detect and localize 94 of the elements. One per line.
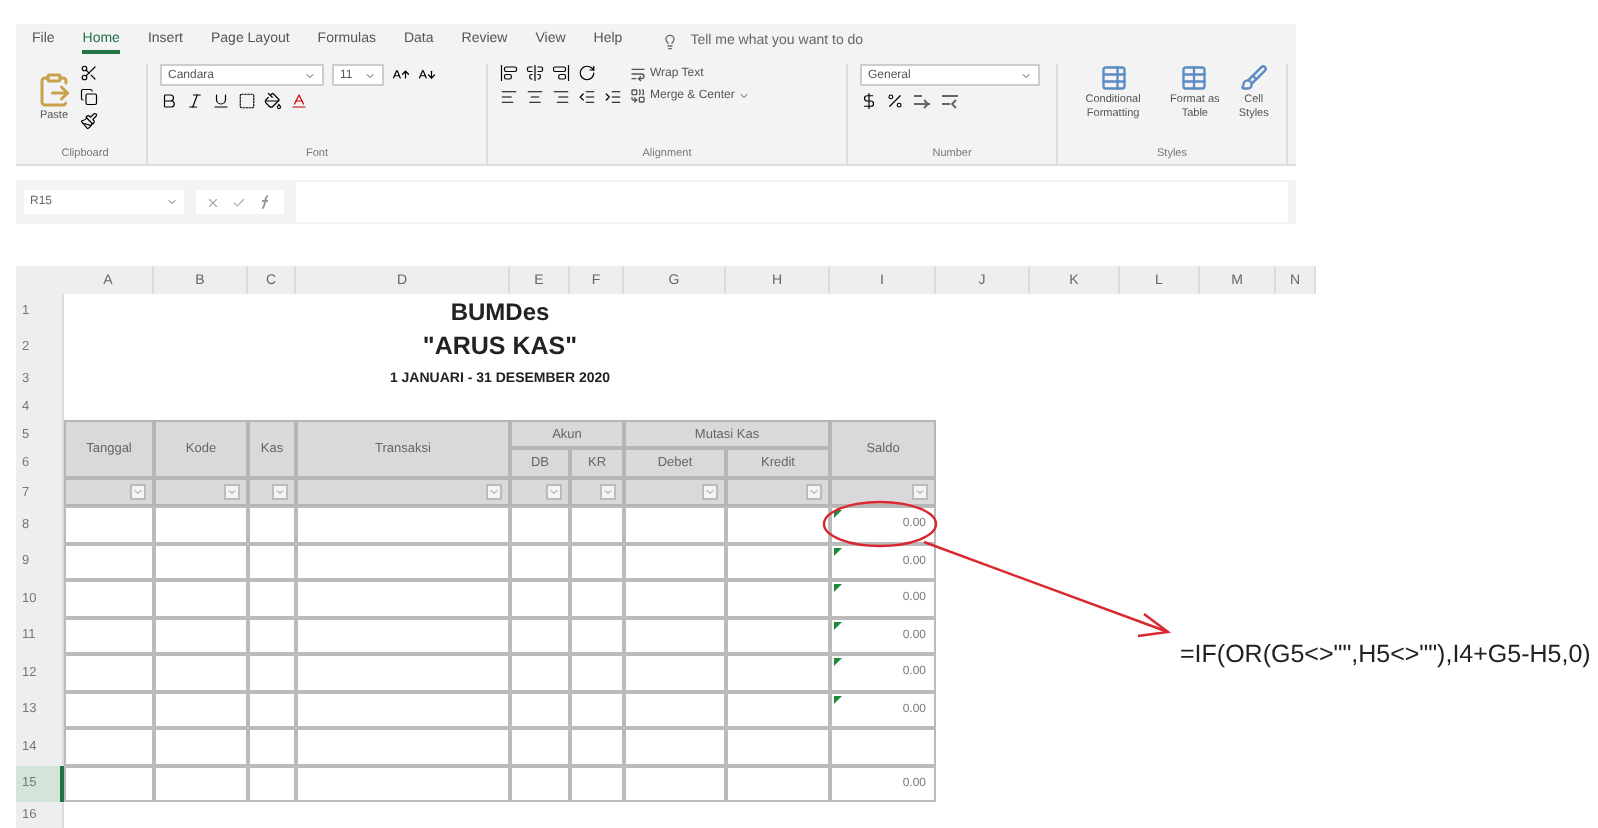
- clipboard-icon: [36, 71, 72, 108]
- table-cell: [248, 617, 296, 654]
- table-cell: [726, 691, 830, 728]
- lightbulb-icon: [662, 33, 679, 49]
- insert-function-icon[interactable]: [258, 194, 274, 210]
- decimal-decrease-icon[interactable]: [940, 92, 960, 110]
- table-cell: [624, 580, 726, 617]
- table-cell: [510, 728, 570, 765]
- table-cell: [64, 728, 154, 765]
- table-cell: [570, 654, 624, 691]
- align-top-icon[interactable]: [500, 64, 518, 82]
- table-cell: [624, 654, 726, 691]
- percent-icon[interactable]: [886, 92, 904, 110]
- table-cell: [510, 617, 570, 654]
- caret-icon: [808, 486, 820, 498]
- highlight-ellipse: [822, 500, 938, 548]
- table-cell: [570, 580, 624, 617]
- table-cell: [510, 654, 570, 691]
- table-cell: [726, 543, 830, 580]
- align-bottom-icon[interactable]: [552, 64, 570, 82]
- table-cell: [154, 765, 248, 802]
- table-cell: [570, 765, 624, 802]
- table-cell: [726, 580, 830, 617]
- table-cell: [570, 728, 624, 765]
- table-icon: [1180, 64, 1209, 92]
- table-cell: [64, 543, 154, 580]
- table-cell: [570, 691, 624, 728]
- formula-annotation: =IF(OR(G5<>"",H5<>""),I4+G5-H5,0): [1180, 640, 1591, 668]
- border-icon[interactable]: [238, 92, 256, 110]
- indent-decrease-icon[interactable]: [578, 88, 596, 106]
- table-cell: [624, 691, 726, 728]
- grow-font-icon[interactable]: [392, 66, 410, 84]
- table-cell: [726, 617, 830, 654]
- table-cell: [154, 654, 248, 691]
- table-cell: [510, 691, 570, 728]
- merge-icon: [630, 88, 646, 104]
- caret-icon: [602, 486, 614, 498]
- table-cell: [64, 691, 154, 728]
- decimal-increase-icon[interactable]: [912, 92, 932, 110]
- font-color-icon[interactable]: [290, 92, 308, 110]
- table-cell: [624, 543, 726, 580]
- fill-color-icon[interactable]: [264, 92, 282, 110]
- paintbrush-icon[interactable]: [80, 112, 98, 130]
- copy-icon[interactable]: [80, 88, 98, 106]
- currency-icon[interactable]: [860, 92, 878, 110]
- caret-icon: [914, 486, 926, 498]
- table-grid-icon: [1099, 64, 1128, 92]
- caret-icon: [488, 486, 500, 498]
- table-cell: [624, 728, 726, 765]
- table-cell: [154, 691, 248, 728]
- caret-icon: [132, 486, 144, 498]
- table-cell: [248, 728, 296, 765]
- table-cell: [726, 765, 830, 802]
- align-center-icon[interactable]: [526, 88, 544, 106]
- scissors-icon[interactable]: [80, 64, 98, 82]
- table-cell: [510, 765, 570, 802]
- table-cell: [248, 765, 296, 802]
- table-cell: [154, 728, 248, 765]
- report-title: BUMDes: [448, 295, 552, 328]
- table-cell: [510, 580, 570, 617]
- table-cell: [154, 617, 248, 654]
- caret-icon: [226, 486, 238, 498]
- align-left-icon[interactable]: [500, 88, 518, 106]
- table-cell: [64, 580, 154, 617]
- table-cell: [154, 580, 248, 617]
- table-cell: [624, 617, 726, 654]
- caret-icon: [704, 486, 716, 498]
- indent-increase-icon[interactable]: [604, 88, 622, 106]
- caret-icon: [274, 486, 286, 498]
- italic-icon[interactable]: [186, 92, 204, 110]
- table-cell: [64, 617, 154, 654]
- table-cell: [248, 691, 296, 728]
- report-subtitle: "ARUS KAS": [420, 330, 580, 364]
- table-cell: [570, 617, 624, 654]
- table-cell: [570, 543, 624, 580]
- table-cell: [248, 543, 296, 580]
- orientation-icon[interactable]: [578, 64, 596, 82]
- brush-icon: [1239, 64, 1268, 92]
- table-cell: [510, 543, 570, 580]
- bold-icon[interactable]: [160, 92, 178, 110]
- table-cell: [154, 543, 248, 580]
- table-cell: [726, 654, 830, 691]
- shrink-font-icon[interactable]: [418, 66, 436, 84]
- underline-icon[interactable]: [212, 92, 230, 110]
- table-cell: [64, 654, 154, 691]
- table-cell: [624, 765, 726, 802]
- wrap-text-icon: [630, 66, 646, 82]
- caret-icon: [548, 486, 560, 498]
- align-right-icon[interactable]: [552, 88, 570, 106]
- table-cell: [248, 654, 296, 691]
- table-cell: [726, 728, 830, 765]
- table-cell: [248, 580, 296, 617]
- align-middle-icon[interactable]: [526, 64, 544, 82]
- table-cell: [64, 765, 154, 802]
